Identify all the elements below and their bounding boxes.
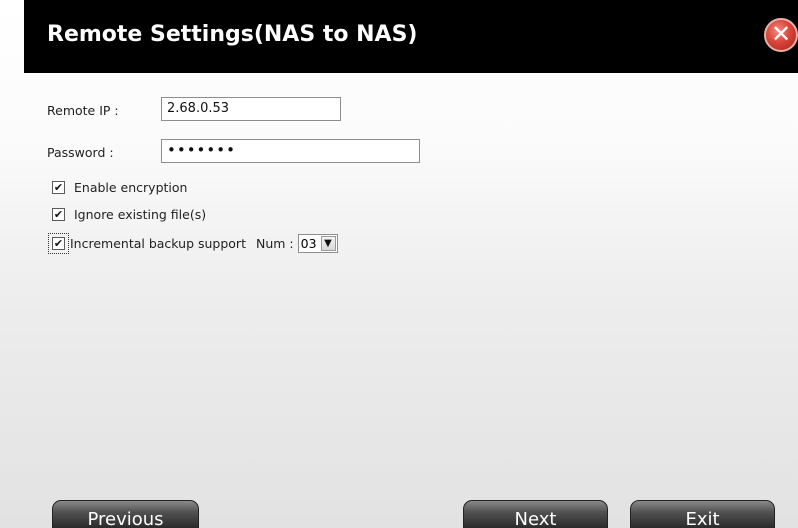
num-label: Num : <box>255 235 294 251</box>
dialog-titlebar: Remote Settings(NAS to NAS) ✕ <box>24 0 798 73</box>
incremental-backup-label: Incremental backup support <box>70 235 246 251</box>
next-button[interactable]: Next <box>463 500 608 528</box>
incremental-backup-option[interactable]: ✔ Incremental backup support Num : 03 ▼ <box>48 232 338 254</box>
remote-ip-label: Remote IP : <box>47 103 119 118</box>
enable-encryption-checkbox[interactable]: ✔ <box>52 180 65 194</box>
previous-button[interactable]: Previous <box>52 500 199 528</box>
password-field[interactable]: ••••••• <box>161 139 420 163</box>
enable-encryption-label: Enable encryption <box>74 179 188 195</box>
ignore-existing-label: Ignore existing file(s) <box>74 206 207 222</box>
num-select[interactable]: 03 ▼ <box>297 233 338 253</box>
remote-ip-field[interactable]: 2.68.0.53 <box>161 97 341 121</box>
enable-encryption-option[interactable]: ✔ Enable encryption <box>52 177 187 197</box>
num-value: 03 <box>300 235 317 251</box>
close-icon[interactable]: ✕ <box>764 18 798 52</box>
password-label: Password : <box>47 145 114 160</box>
exit-button[interactable]: Exit <box>630 500 775 528</box>
ignore-existing-option[interactable]: ✔ Ignore existing file(s) <box>52 204 206 224</box>
chevron-down-icon[interactable]: ▼ <box>320 235 336 251</box>
remote-settings-dialog: Remote Settings(NAS to NAS) ✕ Remote IP … <box>0 0 798 528</box>
dialog-title: Remote Settings(NAS to NAS) <box>47 22 418 47</box>
incremental-backup-checkbox[interactable]: ✔ <box>48 232 69 254</box>
ignore-existing-checkbox[interactable]: ✔ <box>52 207 65 221</box>
